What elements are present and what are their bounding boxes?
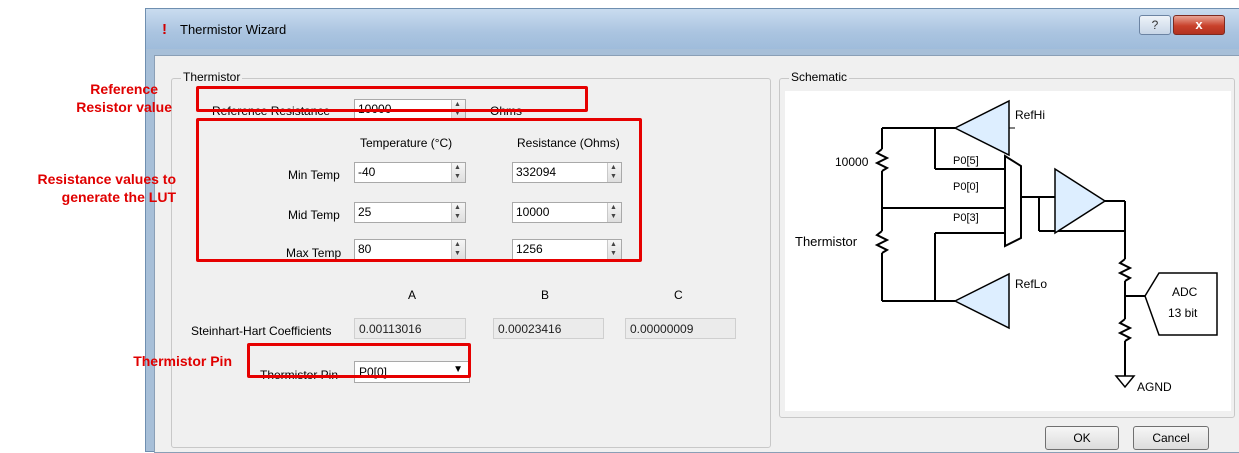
reference-resistance-highlight xyxy=(196,86,588,112)
red-exclamation-icon: ! xyxy=(162,21,167,38)
thermistor-group-label: Thermistor xyxy=(181,70,243,84)
annotation-resistance-values: Resistance values to generate the LUT xyxy=(37,171,176,205)
steinhart-hart-label: Steinhart-Hart Coefficients xyxy=(191,324,332,338)
coefficient-header-c: C xyxy=(674,288,683,302)
p05-label: P0[5] xyxy=(953,155,979,167)
thermistor-label: Thermistor xyxy=(795,234,858,249)
coefficient-c-value: 0.00000009 xyxy=(625,318,736,339)
ok-button[interactable]: OK xyxy=(1045,426,1119,450)
agnd-label: AGND xyxy=(1137,380,1172,394)
annotation-reference-resistor: Reference Resistor value xyxy=(76,81,172,115)
coefficient-header-b: B xyxy=(541,288,550,302)
schematic-diagram: RefHi RefLo 10000 Thermistor P0[5] P0[0]… xyxy=(785,91,1231,411)
cancel-button[interactable]: Cancel xyxy=(1133,426,1209,450)
window-title: Thermistor Wizard xyxy=(180,22,287,37)
thermistor-pin-highlight xyxy=(247,343,471,378)
p00-label: P0[0] xyxy=(953,181,979,193)
resistor-value-label: 10000 xyxy=(835,155,869,169)
coefficient-a-value: 0.00113016 xyxy=(354,318,466,339)
schematic-group-label: Schematic xyxy=(789,70,850,84)
title-bar[interactable]: ! Thermistor Wizard ? x xyxy=(146,9,1239,49)
coefficient-b-value: 0.00023416 xyxy=(493,318,604,339)
schematic-svg: RefHi RefLo 10000 Thermistor P0[5] P0[0]… xyxy=(795,99,1218,394)
help-button[interactable]: ? xyxy=(1139,15,1171,35)
reflo-label: RefLo xyxy=(1015,277,1047,291)
adc-bits-label: 13 bit xyxy=(1168,306,1198,320)
close-button[interactable]: x xyxy=(1173,15,1225,35)
coefficient-header-a: A xyxy=(408,288,417,302)
refhi-label: RefHi xyxy=(1015,108,1045,122)
p03-label: P0[3] xyxy=(953,212,979,224)
adc-label: ADC xyxy=(1172,285,1198,299)
annotation-thermistor-pin: Thermistor Pin xyxy=(133,353,232,369)
resistance-values-highlight xyxy=(196,118,642,262)
